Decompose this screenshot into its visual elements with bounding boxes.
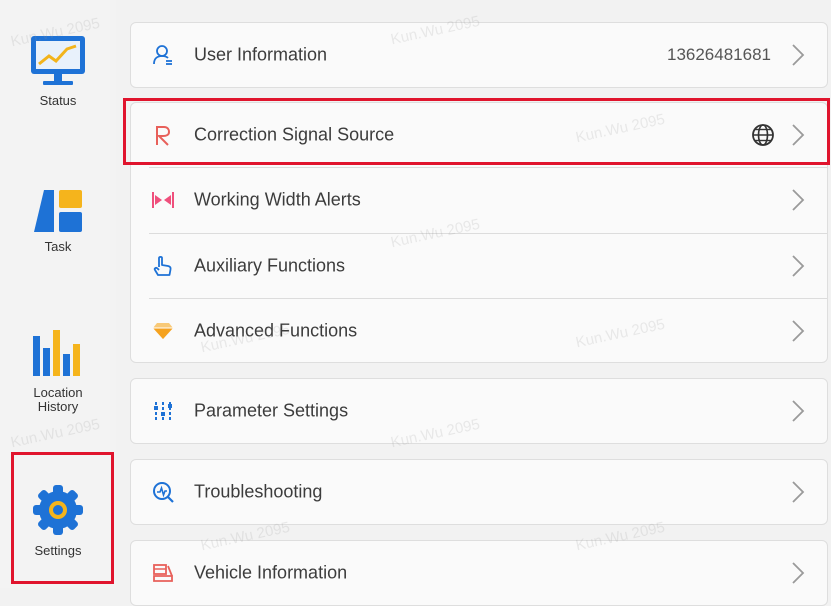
width-arrows-icon xyxy=(151,188,175,212)
magnifier-pulse-icon xyxy=(151,480,175,504)
menu-item-correction-signal-source[interactable]: Correction Signal Source xyxy=(131,103,827,167)
sidebar: Status Task Location History Settings xyxy=(0,0,116,588)
chevron-right-icon xyxy=(792,44,805,66)
chevron-right-icon xyxy=(792,481,805,503)
chevron-right-icon xyxy=(792,124,805,146)
settings-menu: User Information 13626481681 Correction … xyxy=(116,0,831,606)
sidebar-item-label: Location History xyxy=(33,385,83,414)
sidebar-item-task[interactable]: Task xyxy=(0,188,116,254)
globe-icon xyxy=(752,124,774,146)
menu-item-working-width-alerts[interactable]: Working Width Alerts xyxy=(131,168,827,232)
menu-item-parameter-settings[interactable]: Parameter Settings xyxy=(131,379,827,443)
menu-item-label: Vehicle Information xyxy=(194,562,348,583)
task-blocks-icon xyxy=(34,190,82,232)
chevron-right-icon xyxy=(792,562,805,584)
menu-item-label: User Information xyxy=(194,44,328,65)
menu-item-label: Advanced Functions xyxy=(194,320,358,341)
chevron-right-icon xyxy=(792,189,805,211)
monitor-chart-icon xyxy=(31,36,85,85)
menu-item-advanced-functions[interactable]: Advanced Functions xyxy=(131,299,827,363)
menu-item-label: Working Width Alerts xyxy=(194,189,361,210)
menu-item-vehicle-information[interactable]: Vehicle Information xyxy=(131,541,827,605)
sidebar-item-label: Status xyxy=(39,93,77,108)
settings-highlight-frame xyxy=(11,452,114,584)
card-parameters: Parameter Settings xyxy=(130,378,828,444)
menu-item-label: Parameter Settings xyxy=(194,400,349,421)
sidebar-item-status[interactable]: Status xyxy=(0,34,116,108)
menu-item-label: Auxiliary Functions xyxy=(194,255,346,276)
vehicle-icon xyxy=(151,561,175,585)
diamond-icon xyxy=(151,319,175,343)
sidebar-item-location-history[interactable]: Location History xyxy=(0,328,116,414)
hand-pointer-icon xyxy=(151,254,175,278)
card-vehicle: Vehicle Information xyxy=(130,540,828,606)
menu-item-label: Correction Signal Source xyxy=(194,124,395,145)
card-troubleshooting: Troubleshooting xyxy=(130,459,828,525)
card-user: User Information 13626481681 xyxy=(130,22,828,88)
menu-item-label: Troubleshooting xyxy=(194,481,323,502)
card-signal-group: Correction Signal Source Working Width A… xyxy=(130,102,828,363)
signal-r-icon xyxy=(151,123,175,147)
user-icon xyxy=(151,43,175,67)
sidebar-item-label: Task xyxy=(44,239,72,254)
user-phone-value: 13626481681 xyxy=(666,45,771,64)
menu-item-auxiliary-functions[interactable]: Auxiliary Functions xyxy=(131,234,827,298)
chevron-right-icon xyxy=(792,320,805,342)
menu-item-user-information[interactable]: User Information 13626481681 xyxy=(131,23,827,87)
chevron-right-icon xyxy=(792,400,805,422)
menu-item-troubleshooting[interactable]: Troubleshooting xyxy=(131,460,827,524)
chevron-right-icon xyxy=(792,255,805,277)
sliders-icon xyxy=(151,399,175,423)
bar-chart-icon xyxy=(33,330,80,376)
